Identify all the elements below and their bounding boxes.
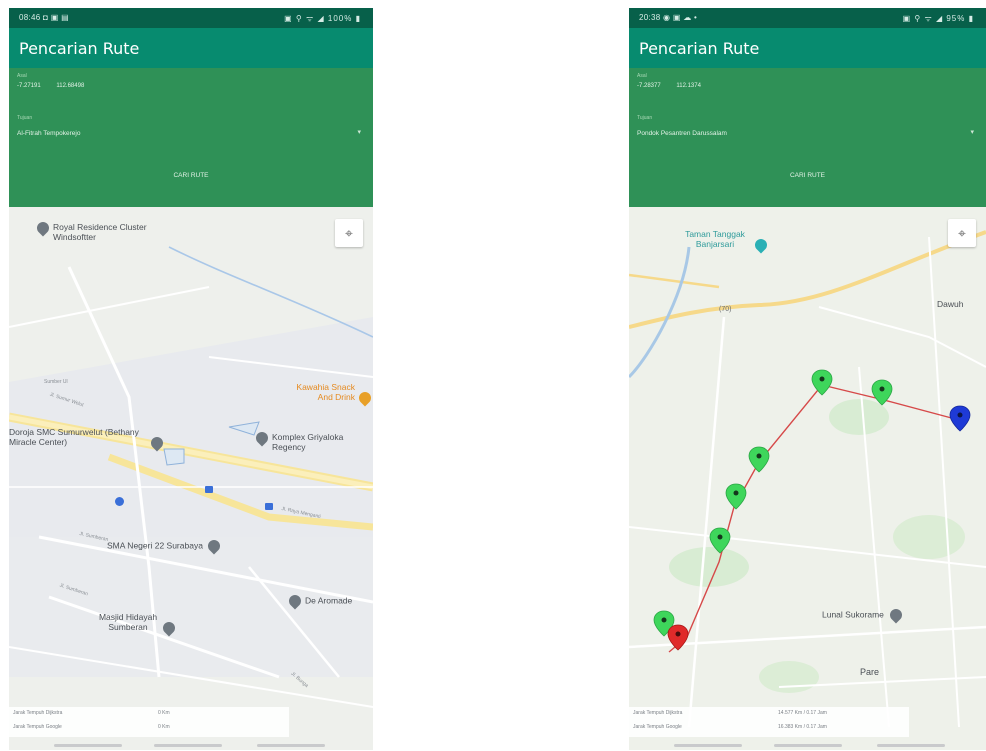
nav-bar: [9, 739, 373, 750]
nav-home-button[interactable]: [154, 744, 222, 747]
route-marker-blue[interactable]: [949, 405, 971, 432]
nav-home-button[interactable]: [774, 744, 842, 747]
poi-griyaloka[interactable]: Komplex Griyaloka Regency: [253, 429, 371, 452]
phone-screen-left: 08:46 ◘ ▣ ▤ ▣ ⚲ ᯤ ◢ 100% ▮ Pencarian Rut…: [9, 8, 373, 750]
poi-royal-residence[interactable]: Royal Residence Cluster Windsoftter: [34, 219, 163, 242]
search-route-button[interactable]: CARI RUTE: [9, 172, 373, 179]
place-pin-icon: [34, 219, 52, 237]
origin-lng: 112.1374: [676, 83, 701, 89]
poi-de-aromade[interactable]: De Aromade: [286, 592, 353, 610]
map-roads: [9, 207, 373, 750]
street-label: Sumber Ul: [44, 379, 68, 385]
status-bar: 20:38 ◉ ▣ ☁ • ▣ ⚲ ᯤ ◢ 95% ▮: [629, 8, 986, 28]
app-bar: Pencarian Rute: [9, 28, 373, 68]
dropdown-caret-icon[interactable]: ▾: [357, 128, 361, 136]
poi-label: Doroja SMC Sumurwelut (Bethany Miracle C…: [9, 427, 139, 447]
nav-back-button[interactable]: [54, 744, 122, 747]
bus-stop-icon[interactable]: [265, 503, 273, 510]
place-pin-icon: [148, 434, 166, 452]
route-marker-green[interactable]: [811, 369, 833, 396]
route-marker-red[interactable]: [667, 624, 689, 651]
route-marker-green[interactable]: [725, 483, 747, 510]
dijkstra-value: 0 Km: [158, 710, 170, 716]
food-pin-icon: [356, 389, 373, 407]
origin-field[interactable]: -7.28377 112.1374: [637, 83, 715, 89]
map-view[interactable]: ⌖ Taman Tanggak Banjarsari Dawuh Lunal S…: [629, 207, 986, 750]
destination-label: Tujuan: [17, 115, 33, 121]
phone-screen-right: 20:38 ◉ ▣ ☁ • ▣ ⚲ ᯤ ◢ 95% ▮ Pencarian Ru…: [629, 8, 986, 750]
poi-kawahia[interactable]: Kawahia Snack And Drink: [277, 382, 373, 407]
dijkstra-label: Jarak Tempuh Dijkstra: [633, 710, 683, 716]
route-markers: [653, 369, 971, 651]
nav-recents-button[interactable]: [877, 744, 945, 747]
origin-lat: -7.27191: [17, 83, 41, 89]
nav-recents-button[interactable]: [257, 744, 325, 747]
origin-field[interactable]: -7.27191 112.68498: [17, 83, 98, 89]
poi-bethany[interactable]: Doroja SMC Sumurwelut (Bethany Miracle C…: [9, 427, 169, 452]
dijkstra-value: 14.577 Km / 0.17 Jam: [778, 710, 827, 716]
destination-select[interactable]: Pondok Pesantren Darussalam: [637, 130, 727, 137]
place-pin-icon: [286, 592, 304, 610]
route-marker-green[interactable]: [709, 527, 731, 554]
place-pin-icon: [253, 429, 271, 447]
dropdown-caret-icon[interactable]: ▾: [970, 128, 974, 136]
app-title: Pencarian Rute: [19, 39, 140, 58]
search-route-button[interactable]: CARI RUTE: [629, 172, 986, 179]
google-value: 16.383 Km / 0.17 Jam: [778, 724, 827, 730]
google-label: Jarak Tempuh Google: [633, 724, 682, 730]
crosshair-icon: ⌖: [345, 225, 353, 241]
route-marker-green[interactable]: [871, 379, 893, 406]
status-icons: ▣ ⚲ ᯤ ◢ 100% ▮: [284, 14, 361, 23]
distance-panel: Jarak Tempuh Dijkstra 14.577 Km / 0.17 J…: [629, 707, 909, 737]
poi-label: Komplex Griyaloka Regency: [272, 432, 344, 452]
place-pin-icon: [205, 537, 223, 555]
poi-label: Masjid Hidayah Sumberan: [98, 612, 158, 632]
status-time: 20:38 ◉ ▣ ☁ •: [639, 13, 698, 22]
status-icons: ▣ ⚲ ᯤ ◢ 95% ▮: [902, 14, 974, 23]
origin-label: Asal: [637, 73, 647, 79]
poi-masjid-hidayah[interactable]: Masjid Hidayah Sumberan: [81, 612, 191, 637]
origin-label: Asal: [17, 73, 27, 79]
destination-label: Tujuan: [637, 115, 653, 121]
route-form: Asal -7.28377 112.1374 Tujuan Pondok Pes…: [629, 68, 986, 207]
mosque-pin-icon: [160, 619, 178, 637]
route-form: Asal -7.27191 112.68498 Tujuan Al-Fitrah…: [9, 68, 373, 207]
poi-label: SMA Negeri 22 Surabaya: [107, 540, 203, 551]
status-bar: 08:46 ◘ ▣ ▤ ▣ ⚲ ᯤ ◢ 100% ▮: [9, 8, 373, 28]
app-bar: Pencarian Rute: [629, 28, 986, 68]
app-title: Pencarian Rute: [639, 39, 760, 58]
status-time: 08:46 ◘ ▣ ▤: [19, 13, 69, 22]
map-view[interactable]: ⌖ Royal Residence Cluster Windsoftter Ka…: [9, 207, 373, 750]
poi-label: De Aromade: [305, 595, 353, 606]
route-marker-green[interactable]: [748, 446, 770, 473]
dijkstra-label: Jarak Tempuh Dijkstra: [13, 710, 63, 716]
my-location-button[interactable]: ⌖: [335, 219, 363, 247]
google-value: 0 Km: [158, 724, 170, 730]
poi-label: Royal Residence Cluster Windsoftter: [53, 222, 147, 242]
google-label: Jarak Tempuh Google: [13, 724, 62, 730]
distance-panel: Jarak Tempuh Dijkstra 0 Km Jarak Tempuh …: [9, 707, 289, 737]
nav-back-button[interactable]: [674, 744, 742, 747]
bus-stop-icon[interactable]: [205, 486, 213, 493]
current-location-icon: [115, 497, 124, 506]
poi-label: Kawahia Snack And Drink: [296, 382, 355, 402]
origin-lat: -7.28377: [637, 83, 661, 89]
origin-lng: 112.68498: [56, 83, 85, 89]
nav-bar: [629, 739, 986, 750]
destination-select[interactable]: Al-Fitrah Tempokerejo: [17, 130, 80, 137]
poi-sma22[interactable]: SMA Negeri 22 Surabaya: [107, 537, 224, 555]
